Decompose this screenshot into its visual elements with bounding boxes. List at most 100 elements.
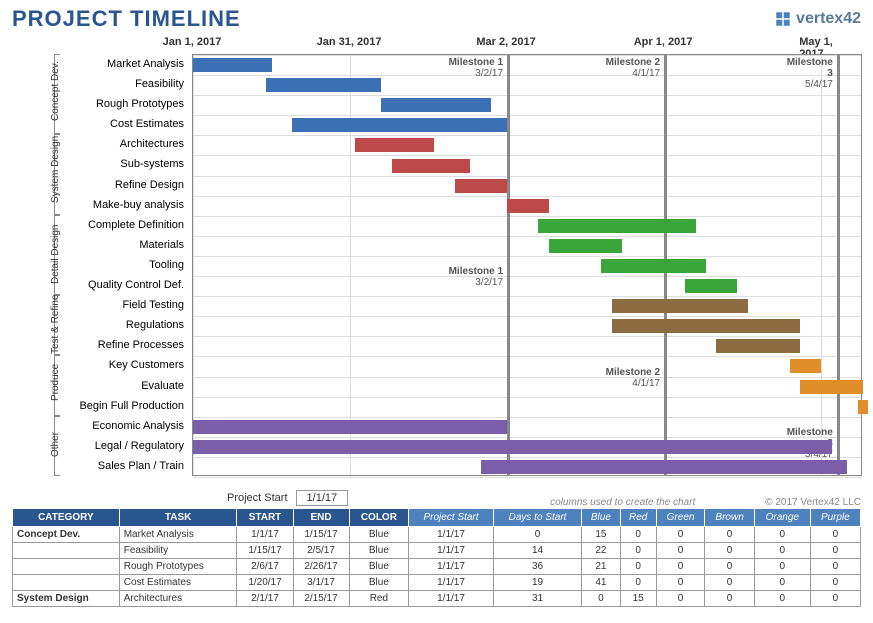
table-row: Concept Dev.Market Analysis 1/1/17 1/15/17… — [13, 527, 861, 543]
table-header: END — [293, 509, 349, 527]
table-cell: 1/15/17 — [293, 527, 349, 543]
table-cell: 0 — [810, 575, 860, 591]
milestone-label: Milestone 24/1/17 — [606, 367, 664, 389]
task-label: Evaluate — [12, 376, 188, 396]
milestone-label: Milestone 35/4/17 — [787, 57, 837, 90]
task-bar — [790, 359, 821, 373]
table-cell: 22 — [582, 543, 620, 559]
table-cell: Feasibility — [119, 543, 237, 559]
table-cell: 15 — [620, 591, 656, 607]
table-cell: 31 — [493, 591, 581, 607]
table-cell: Red — [349, 591, 409, 607]
table-cell: Blue — [349, 575, 409, 591]
task-bar — [381, 98, 491, 112]
table-cell: 1/1/17 — [409, 575, 494, 591]
table-header: START — [237, 509, 293, 527]
date-axis-label: Mar 2, 2017 — [476, 36, 535, 48]
task-bar — [193, 440, 832, 454]
task-label: Key Customers — [12, 355, 188, 375]
task-label: Cost Estimates — [12, 114, 188, 134]
gantt-chart: Jan 1, 2017Jan 31, 2017Mar 2, 2017Apr 1,… — [12, 34, 862, 484]
table-row: Cost Estimates1/20/173/1/17Blue1/1/17194… — [13, 575, 861, 591]
task-bar — [455, 179, 507, 193]
table-row: Rough Prototypes2/6/172/26/17Blue1/1/173… — [13, 559, 861, 575]
table-cell: 0 — [810, 559, 860, 575]
task-label: Sales Plan / Train — [12, 456, 188, 476]
data-table: CATEGORYTASKSTARTENDCOLORProject StartDa… — [12, 508, 861, 607]
table-cell: 1/15/17 — [237, 543, 293, 559]
project-start-label: Project Start — [227, 492, 288, 504]
table-cell: 36 — [493, 559, 581, 575]
task-label: Refine Design — [12, 175, 188, 195]
table-header: Green — [656, 509, 705, 527]
table-cell: 0 — [620, 543, 656, 559]
table-cell: 1/20/17 — [237, 575, 293, 591]
table-cell: 19 — [493, 575, 581, 591]
task-label: Sub-systems — [12, 154, 188, 174]
task-bar — [292, 118, 507, 132]
milestone-label: Milestone 24/1/17 — [606, 57, 664, 79]
milestone-label: Milestone 13/2/17 — [449, 57, 507, 79]
table-cell: Rough Prototypes — [119, 559, 237, 575]
task-bar — [549, 239, 622, 253]
task-bar — [266, 78, 381, 92]
table-cell: Architectures — [119, 591, 237, 607]
task-label: Quality Control Def. — [12, 275, 188, 295]
table-cell: 0 — [810, 527, 860, 543]
milestone-label: Milestone 13/2/17 — [449, 266, 507, 288]
table-header: Days to Start — [493, 509, 581, 527]
table-cell: 0 — [582, 591, 620, 607]
columns-note: columns used to create the chart — [550, 497, 695, 508]
table-cell: 0 — [754, 543, 810, 559]
table-cell: Blue — [349, 559, 409, 575]
table-cell — [13, 543, 120, 559]
task-label: Field Testing — [12, 295, 188, 315]
table-cell: 0 — [656, 543, 705, 559]
table-header: Brown — [705, 509, 754, 527]
table-cell: 0 — [620, 527, 656, 543]
task-bar — [685, 279, 737, 293]
table-cell: 0 — [656, 527, 705, 543]
table-cell: Market Analysis — [119, 527, 237, 543]
table-cell: 2/5/17 — [293, 543, 349, 559]
table-cell: 0 — [810, 591, 860, 607]
table-cell: 1/1/17 — [409, 527, 494, 543]
table-header: Project Start — [409, 509, 494, 527]
task-bar — [193, 58, 272, 72]
copyright: © 2017 Vertex42 LLC — [765, 497, 861, 508]
table-cell: 0 — [620, 575, 656, 591]
table-cell: Concept Dev. — [13, 527, 120, 543]
table-cell: System Design — [13, 591, 120, 607]
task-label: Economic Analysis — [12, 416, 188, 436]
task-label: Feasibility — [12, 74, 188, 94]
task-label: Refine Processes — [12, 335, 188, 355]
task-bar — [612, 299, 748, 313]
task-bar — [612, 319, 800, 333]
table-cell — [13, 559, 120, 575]
task-bar — [481, 460, 847, 474]
table-cell: Blue — [349, 527, 409, 543]
table-cell: 41 — [582, 575, 620, 591]
table-header: Blue — [582, 509, 620, 527]
table-cell: 0 — [705, 527, 754, 543]
date-axis-label: Apr 1, 2017 — [634, 36, 693, 48]
table-cell: Cost Estimates — [119, 575, 237, 591]
task-label: Regulations — [12, 315, 188, 335]
task-label: Architectures — [12, 134, 188, 154]
task-label: Complete Definition — [12, 215, 188, 235]
table-cell: 14 — [493, 543, 581, 559]
task-bar — [858, 400, 868, 414]
logo-icon — [774, 10, 792, 28]
chart-plot-area: Milestone 13/2/17 Milestone 13/2/17 Milest… — [192, 54, 862, 476]
date-axis-label: Jan 1, 2017 — [163, 36, 222, 48]
table-header: Orange — [754, 509, 810, 527]
task-label: Legal / Regulatory — [12, 436, 188, 456]
task-label: Rough Prototypes — [12, 94, 188, 114]
task-bar — [800, 380, 863, 394]
table-cell: 2/15/17 — [293, 591, 349, 607]
table-cell: 0 — [656, 559, 705, 575]
table-cell: 0 — [754, 575, 810, 591]
table-cell: 1/1/17 — [409, 543, 494, 559]
table-cell: 0 — [620, 559, 656, 575]
milestone-line — [507, 55, 510, 475]
